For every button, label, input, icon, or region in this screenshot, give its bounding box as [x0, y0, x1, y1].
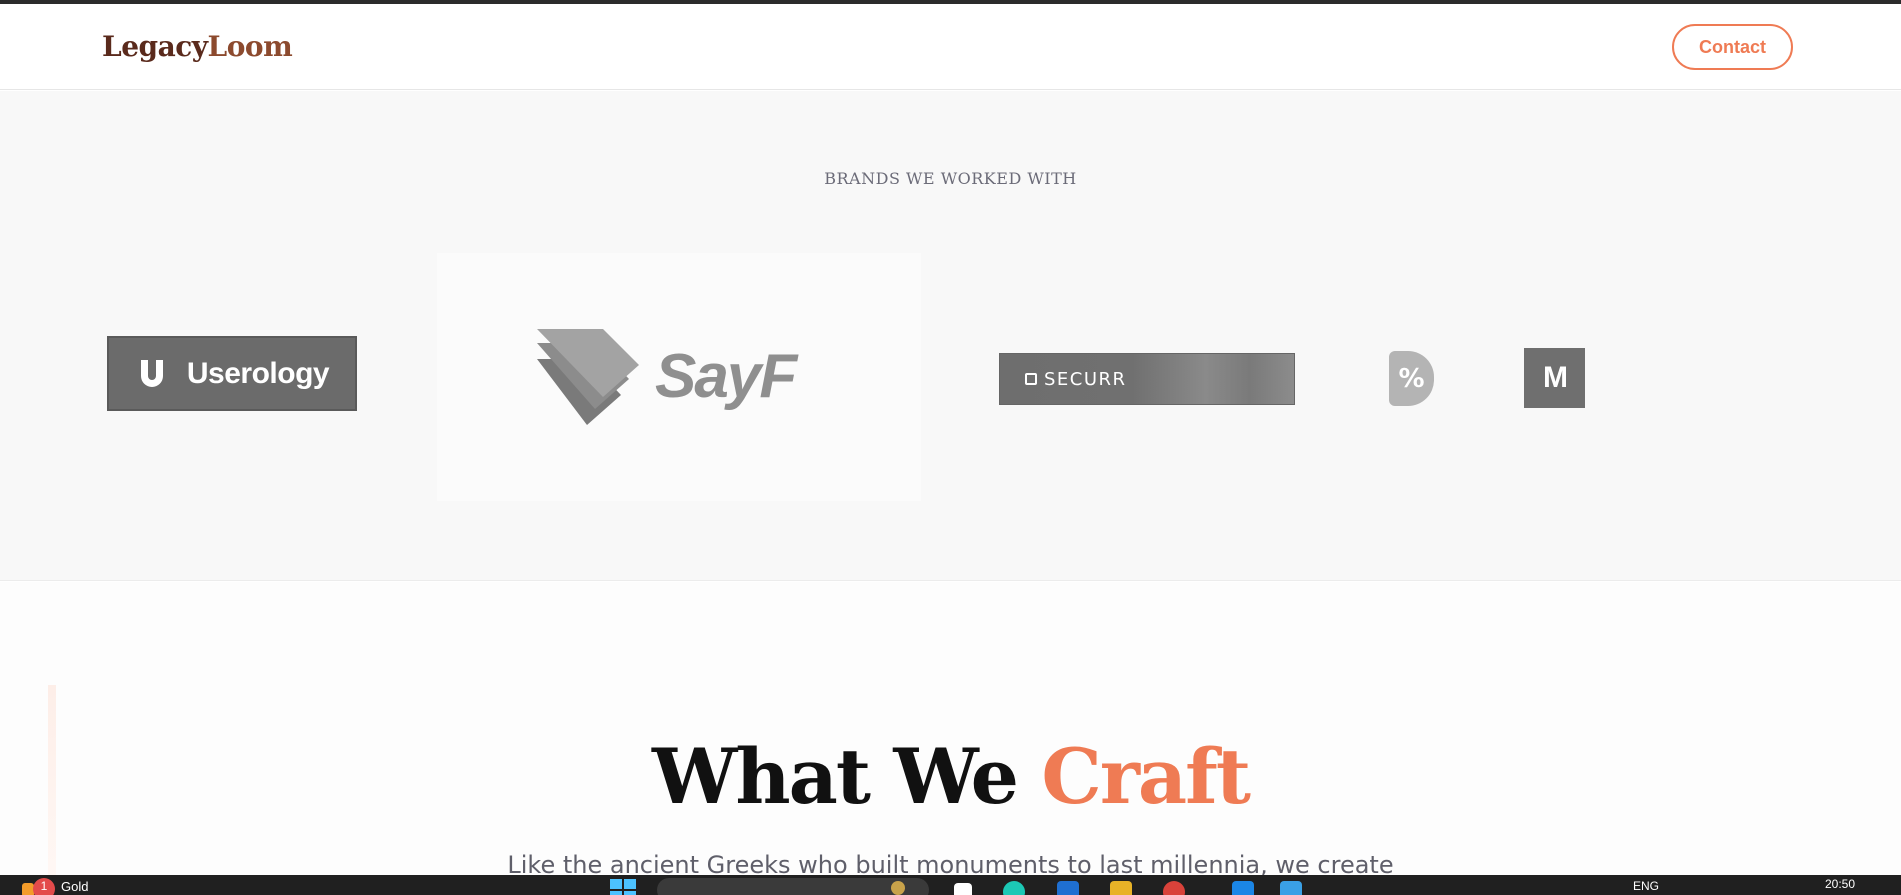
- craft-subtitle: Like the ancient Greeks who built monume…: [507, 851, 1394, 875]
- site-header: LegacyLoom Contact: [0, 4, 1901, 90]
- calendar-app-icon[interactable]: [1280, 881, 1302, 895]
- notification-badge: 1: [33, 878, 55, 895]
- brand-logo-userology-text: Userology: [186, 356, 330, 390]
- craft-heading-main: What We: [652, 732, 1042, 821]
- brand-logo-userology: Userology: [107, 336, 357, 411]
- vscode-icon[interactable]: [1232, 881, 1254, 895]
- weather-label[interactable]: Gold: [61, 879, 88, 894]
- folder-icon[interactable]: [1110, 881, 1132, 895]
- brand-logo-mtv-text: M: [1543, 361, 1568, 394]
- brand-logo-faded: [1690, 363, 1800, 395]
- contact-button[interactable]: Contact: [1672, 24, 1793, 70]
- logo-part-legacy: Legacy: [102, 30, 208, 63]
- securr-mark-icon: [1025, 373, 1037, 385]
- brand-logo-mtv: M: [1524, 348, 1585, 408]
- percent-badge-icon: %: [1389, 351, 1434, 406]
- brand-logo-sayf-text: SayF: [655, 342, 797, 411]
- browser-viewport: LegacyLoom Contact BRANDS WE WORKED WITH…: [0, 4, 1901, 875]
- windows-start-icon[interactable]: [610, 879, 638, 895]
- chrome-icon[interactable]: [1163, 881, 1185, 895]
- taskbar-search-icon: [891, 881, 905, 895]
- file-icon[interactable]: [954, 883, 972, 895]
- userology-mark-icon: [140, 359, 163, 387]
- brand-logo-sayf-card: SayF: [437, 253, 921, 501]
- brand-logo-securr-text: SECURR: [1044, 368, 1127, 390]
- brand-logo-securr: SECURR: [999, 353, 1295, 405]
- logo-part-loom: Loom: [207, 30, 293, 63]
- site-logo[interactable]: LegacyLoom: [102, 30, 293, 63]
- craft-heading: What We Craft: [0, 732, 1901, 821]
- sayf-chevron-icon: [537, 329, 639, 425]
- craft-section: What We Craft Like the ancient Greeks wh…: [0, 582, 1901, 875]
- brands-section-title: BRANDS WE WORKED WITH: [824, 169, 1077, 188]
- brands-section: BRANDS WE WORKED WITH Userology SayF SEC…: [0, 91, 1901, 581]
- outlook-icon[interactable]: [1057, 881, 1079, 895]
- os-taskbar: 1 Gold ENG 20:50: [0, 875, 1901, 895]
- craft-heading-highlight: Craft: [1041, 732, 1251, 821]
- edge-browser-icon[interactable]: [1003, 881, 1025, 895]
- input-language[interactable]: ENG: [1633, 879, 1659, 893]
- taskbar-search-box[interactable]: [657, 878, 929, 895]
- clock-time[interactable]: 20:50: [1825, 877, 1855, 891]
